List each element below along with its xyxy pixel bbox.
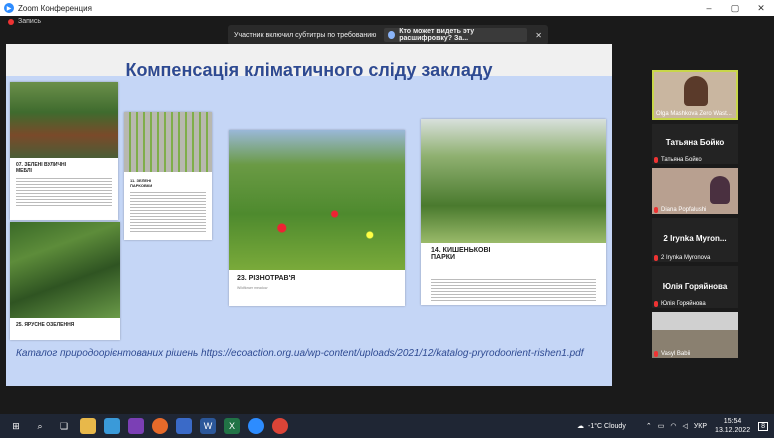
participant-tile[interactable]: Vasyl Babii: [652, 312, 738, 358]
card-green-parking: 11. ЗЕЛЕНІ ПАРКОВКИ: [124, 112, 212, 240]
card-label: 14. КИШЕНЬКОВІ ПАРКИ: [431, 247, 491, 261]
language-indicator[interactable]: УКР: [694, 423, 707, 430]
caption-close-button[interactable]: ✕: [535, 31, 542, 40]
search-icon[interactable]: ⌕: [32, 418, 48, 434]
zoom-logo-icon: ▶: [4, 3, 14, 13]
mic-muted-icon: [654, 207, 658, 213]
window-title: Zoom Конференция: [18, 3, 92, 13]
participant-name: Olga Mashkova Zero Wast...: [656, 111, 732, 117]
participant-name: Татьяна Бойко: [654, 157, 702, 163]
card-text-lines: [130, 192, 206, 232]
viber-icon[interactable]: [128, 418, 144, 434]
participant-tile[interactable]: Татьяна Бойко Татьяна Бойко: [652, 124, 738, 164]
zoom-icon[interactable]: [248, 418, 264, 434]
card-label: 23. РІЗНОТРАВ'Я: [237, 275, 296, 282]
edge-icon[interactable]: [104, 418, 120, 434]
wifi-icon[interactable]: ◠: [670, 422, 676, 430]
weather-label[interactable]: -1°C Cloudy: [588, 423, 626, 430]
who-can-see-link[interactable]: Кто может видеть эту расшифровку? За...: [384, 28, 528, 42]
mic-muted-icon: [654, 301, 658, 307]
mic-muted-icon: [654, 157, 658, 163]
participant-name: Vasyl Babii: [654, 351, 690, 357]
card-photo: [10, 82, 118, 158]
participant-name: Юлія Горяйнова: [654, 301, 706, 307]
close-button[interactable]: ✕: [748, 0, 774, 16]
slide-heading: Компенсація кліматичного сліду закладу: [125, 60, 493, 80]
mic-muted-icon: [654, 255, 658, 261]
photos-icon[interactable]: [176, 418, 192, 434]
participant-name: Diana Popfalushi: [654, 207, 706, 213]
mic-muted-icon: [654, 351, 658, 357]
card-photo: [124, 112, 212, 172]
card-text-lines: [431, 279, 596, 301]
card-photo: [229, 130, 405, 270]
card-sub: Wildflower meadow: [237, 286, 268, 290]
chrome-icon[interactable]: [272, 418, 288, 434]
windows-start-icon[interactable]: ⊞: [8, 418, 24, 434]
participant-tile[interactable]: Юлія Горяйнова Юлія Горяйнова: [652, 266, 738, 308]
minimize-button[interactable]: –: [696, 0, 722, 16]
taskbar: ⊞ ⌕ ❏ W X ☁ -1°C Cloudy ⌃ ▭ ◠ ◁ УКР 15:5…: [0, 414, 774, 438]
catalog-caption: Каталог природоорієнтованих рішень https…: [16, 348, 584, 359]
card-photo: [421, 119, 606, 243]
clock-date: 13.12.2022: [715, 427, 751, 434]
card-photo: [10, 222, 120, 318]
recording-indicator[interactable]: Запись: [8, 18, 41, 25]
participant-tile[interactable]: Diana Popfalushi: [652, 168, 738, 214]
catalog-url[interactable]: https://ecoaction.org.ua/wp-content/uplo…: [201, 348, 583, 359]
participant-name: 2 Irynka Myronova: [654, 255, 710, 261]
firefox-icon[interactable]: [152, 418, 168, 434]
card-pocket-parks: 14. КИШЕНЬКОВІ ПАРКИ: [421, 119, 606, 305]
participant-video: [684, 76, 708, 106]
recording-label: Запись: [18, 18, 41, 25]
volume-icon[interactable]: ◁: [682, 422, 687, 430]
participant-display-name: Юлія Горяйнова: [662, 282, 728, 291]
catalog-text: Каталог природоорієнтованих рішень: [16, 348, 199, 359]
card-label: 07. ЗЕЛЕНІ ВУЛИЧНІ МЕБЛІ: [16, 162, 66, 174]
info-icon: [388, 31, 396, 39]
file-explorer-icon[interactable]: [80, 418, 96, 434]
who-can-see-label: Кто может видеть эту расшифровку? За...: [399, 28, 475, 42]
card-label: 25. ЯРУСНЕ ОЗЕЛЕННЯ: [16, 322, 75, 328]
clock-time: 15:54: [723, 418, 742, 425]
participant-video: [652, 312, 738, 330]
excel-icon[interactable]: X: [224, 418, 240, 434]
card-wildflowers: 23. РІЗНОТРАВ'Я Wildflower meadow: [229, 130, 405, 306]
card-tiered-greenery: 25. ЯРУСНЕ ОЗЕЛЕННЯ: [10, 222, 120, 340]
cloud-icon: ☁: [577, 423, 585, 430]
notifications-icon[interactable]: 8: [758, 421, 768, 431]
record-dot-icon: [8, 18, 14, 25]
card-green-furniture: 07. ЗЕЛЕНІ ВУЛИЧНІ МЕБЛІ: [10, 82, 118, 220]
caption-banner: Участник включил субтитры по требованию …: [228, 25, 548, 45]
card-label: 11. ЗЕЛЕНІ ПАРКОВКИ: [130, 178, 153, 188]
card-text-lines: [16, 178, 112, 208]
caption-message: Участник включил субтитры по требованию: [234, 31, 377, 39]
system-tray: ☁ -1°C Cloudy ⌃ ▭ ◠ ◁ УКР 15:54 13.12.20…: [577, 414, 774, 438]
clock[interactable]: 15:54 13.12.2022: [715, 417, 750, 435]
participant-video: [710, 176, 730, 204]
maximize-button[interactable]: ▢: [722, 0, 748, 16]
show-hidden-icons-icon[interactable]: ⌃: [646, 422, 652, 430]
participant-tile[interactable]: 2 Irynka Myron... 2 Irynka Myronova: [652, 218, 738, 262]
task-view-icon[interactable]: ❏: [56, 418, 72, 434]
participant-display-name: Татьяна Бойко: [665, 138, 725, 147]
word-icon[interactable]: W: [200, 418, 216, 434]
participant-display-name: 2 Irynka Myron...: [663, 234, 727, 243]
title-bar: ▶ Zoom Конференция – ▢ ✕: [0, 0, 774, 16]
shared-slide: Компенсація кліматичного сліду закладу 0…: [6, 44, 612, 386]
participant-tile[interactable]: Olga Mashkova Zero Wast...: [652, 70, 738, 120]
battery-icon[interactable]: ▭: [658, 422, 665, 430]
